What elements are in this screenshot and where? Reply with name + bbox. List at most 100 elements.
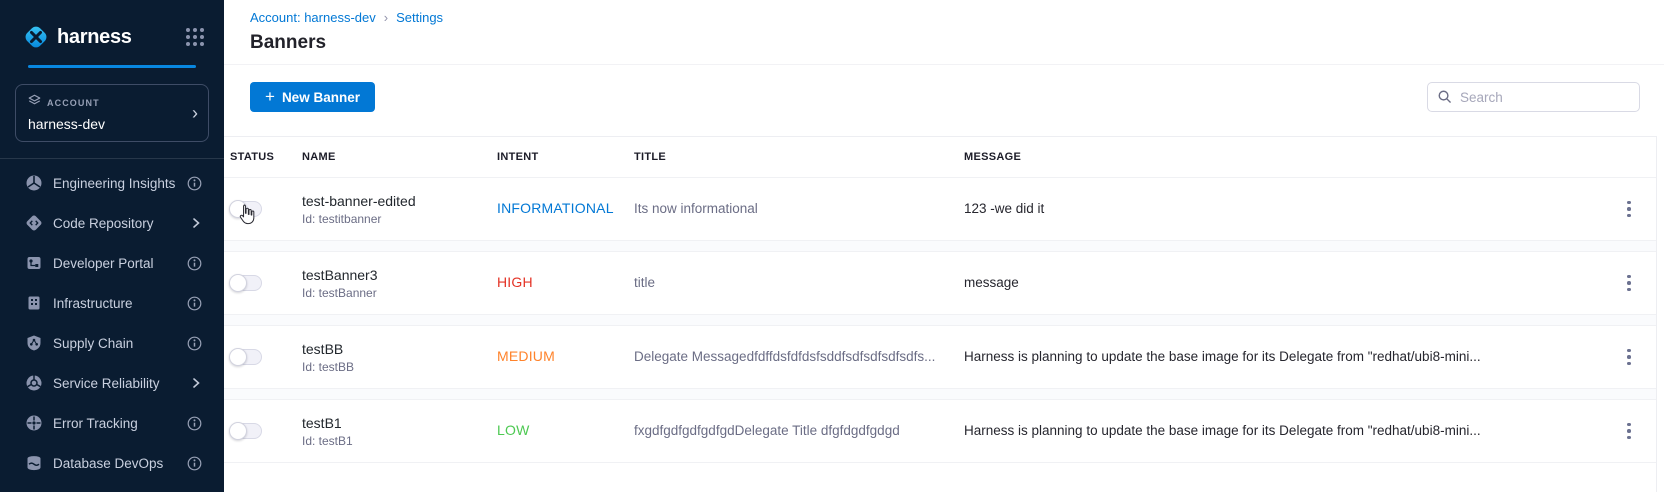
new-banner-button[interactable]: + New Banner	[250, 82, 375, 112]
search-box	[1427, 82, 1640, 112]
toggle-knob	[229, 348, 247, 366]
sidebar-item-label: Error Tracking	[53, 416, 138, 431]
banner-name: testBanner3	[302, 267, 497, 283]
sidebar: harness ACCOUNT harness-dev › Engineerin…	[0, 0, 224, 492]
table-row[interactable]: testBanner3 Id: testBanner HIGH title me…	[224, 251, 1656, 315]
chevron-right-icon[interactable]	[190, 217, 202, 229]
info-icon[interactable]	[187, 416, 202, 431]
banner-intent: INFORMATIONAL	[497, 200, 614, 216]
banner-id: Id: testitbanner	[302, 212, 497, 226]
info-icon	[187, 296, 202, 311]
sidebar-item-code-repository[interactable]: Code Repository	[0, 203, 224, 243]
info-icon	[187, 416, 202, 431]
row-menu-kebab-icon[interactable]	[1619, 269, 1639, 298]
chevron-right-icon[interactable]	[190, 377, 202, 389]
sidebar-item-developer-portal[interactable]: Developer Portal	[0, 243, 224, 283]
developer-portal-icon	[25, 254, 43, 272]
infrastructure-icon	[25, 294, 43, 312]
toolbar: + New Banner	[224, 65, 1664, 112]
database-devops-icon	[25, 454, 43, 472]
chevron-right-icon	[190, 377, 202, 389]
search-icon	[1437, 89, 1452, 109]
column-header-message: MESSAGE	[964, 151, 1602, 163]
row-menu-kebab-icon[interactable]	[1619, 343, 1639, 372]
sidebar-item-error-tracking[interactable]: Error Tracking	[0, 403, 224, 443]
table-header-row: STATUSNAMEINTENTTITLEMESSAGE	[224, 137, 1656, 177]
table-row[interactable]: testBB Id: testBB MEDIUM Delegate Messag…	[224, 325, 1656, 389]
sidebar-item-label: Developer Portal	[53, 256, 154, 271]
banner-title: Its now informational	[634, 201, 758, 216]
code-repository-icon	[25, 214, 43, 232]
banner-id: Id: testBB	[302, 360, 497, 374]
supply-chain-icon	[25, 334, 43, 352]
sidebar-item-infrastructure[interactable]: Infrastructure	[0, 283, 224, 323]
harness-wordmark: harness	[57, 26, 132, 49]
sidebar-item-engineering-insights[interactable]: Engineering Insights	[0, 163, 224, 203]
breadcrumb-account-link[interactable]: Account: harness-dev	[250, 10, 376, 25]
page-title: Banners	[250, 32, 1640, 54]
sidebar-item-label: Code Repository	[53, 216, 154, 231]
column-header-name: NAME	[302, 151, 497, 163]
sidebar-item-artifact-registry[interactable]: Artifact Registry	[0, 483, 224, 492]
banner-message: Harness is planning to update the base i…	[964, 349, 1481, 364]
banner-title: fxgdfgdfgdfgdfgdDelegate Title dfgfdgdfg…	[634, 423, 900, 438]
module-nav: Engineering Insights Code Repository Dev…	[0, 159, 224, 492]
table-body: test-banner-edited Id: testitbanner INFO…	[224, 177, 1656, 463]
column-header-title: TITLE	[634, 151, 964, 163]
error-tracking-icon	[25, 414, 43, 432]
search-input[interactable]	[1427, 82, 1640, 112]
module-grid-icon[interactable]	[186, 28, 204, 46]
toggle-knob	[229, 200, 247, 218]
info-icon	[187, 176, 202, 191]
account-chevron-right-icon: ›	[192, 104, 198, 122]
sidebar-item-label: Infrastructure	[53, 296, 133, 311]
main-content: Account: harness-dev › Settings Banners …	[224, 0, 1664, 492]
banner-id: Id: testB1	[302, 434, 497, 448]
banner-status-toggle[interactable]	[230, 423, 262, 439]
banner-id: Id: testBanner	[302, 286, 497, 300]
banner-status-toggle[interactable]	[230, 201, 262, 217]
banner-name: testB1	[302, 415, 497, 431]
banner-title: Delegate Messagedfdffdsfdfdsfsddfsdfsdfs…	[634, 349, 935, 364]
banner-status-toggle[interactable]	[230, 275, 262, 291]
info-icon[interactable]	[187, 176, 202, 191]
info-icon	[187, 336, 202, 351]
account-name: harness-dev	[28, 116, 182, 132]
new-banner-label: New Banner	[282, 90, 360, 105]
breadcrumb-separator: ›	[384, 10, 388, 25]
toggle-knob	[229, 422, 247, 440]
sidebar-item-service-reliability[interactable]: Service Reliability	[0, 363, 224, 403]
account-label: ACCOUNT	[47, 98, 100, 108]
info-icon[interactable]	[187, 296, 202, 311]
info-icon[interactable]	[187, 336, 202, 351]
chevron-right-icon	[190, 217, 202, 229]
column-header-status: STATUS	[224, 151, 302, 163]
sidebar-header: harness	[0, 0, 224, 58]
banner-message: message	[964, 275, 1019, 290]
info-icon[interactable]	[187, 456, 202, 471]
sidebar-item-label: Database DevOps	[53, 456, 163, 471]
table-row[interactable]: testB1 Id: testB1 LOW fxgdfgdfgdfgdfgdDe…	[224, 399, 1656, 463]
toggle-knob	[229, 274, 247, 292]
table-row[interactable]: test-banner-edited Id: testitbanner INFO…	[224, 177, 1656, 241]
row-menu-kebab-icon[interactable]	[1619, 417, 1639, 446]
row-menu-kebab-icon[interactable]	[1619, 195, 1639, 224]
sidebar-item-supply-chain[interactable]: Supply Chain	[0, 323, 224, 363]
harness-logo-icon[interactable]	[22, 23, 50, 51]
app-root: harness ACCOUNT harness-dev › Engineerin…	[0, 0, 1664, 492]
banner-name: testBB	[302, 341, 497, 357]
banner-name: test-banner-edited	[302, 193, 497, 209]
sidebar-item-label: Engineering Insights	[53, 176, 175, 191]
banner-status-toggle[interactable]	[230, 349, 262, 365]
account-selector[interactable]: ACCOUNT harness-dev ›	[15, 84, 209, 142]
banner-intent: HIGH	[497, 274, 533, 290]
info-icon[interactable]	[187, 256, 202, 271]
sidebar-item-database-devops[interactable]: Database DevOps	[0, 443, 224, 483]
sidebar-item-label: Service Reliability	[53, 376, 160, 391]
banner-message: Harness is planning to update the base i…	[964, 423, 1481, 438]
breadcrumb-settings-link[interactable]: Settings	[396, 10, 443, 25]
banner-title: title	[634, 275, 655, 290]
banners-table: STATUSNAMEINTENTTITLEMESSAGE test-banner…	[224, 136, 1657, 492]
banner-message: 123 -we did it	[964, 201, 1044, 216]
column-header-intent: INTENT	[497, 151, 634, 163]
